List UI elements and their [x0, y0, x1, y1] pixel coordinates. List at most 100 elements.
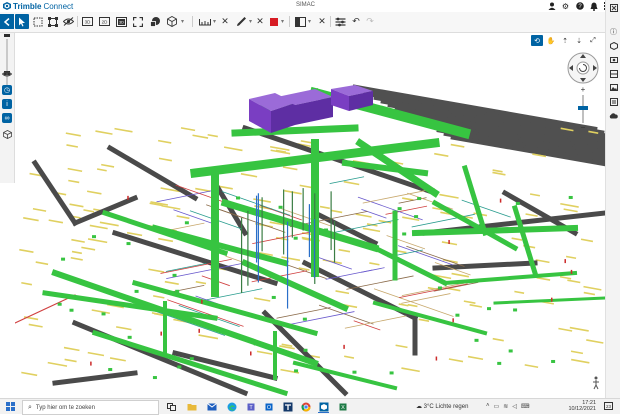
tekla-icon[interactable]: [282, 401, 293, 412]
close-panel-icon[interactable]: [608, 2, 619, 13]
user-icon[interactable]: [547, 1, 556, 11]
box-select-icon[interactable]: [31, 14, 45, 29]
cube-dropdown-caret[interactable]: ▾: [180, 14, 185, 29]
measure-dropdown-caret[interactable]: ▾: [212, 14, 217, 29]
fit-icon[interactable]: [131, 14, 145, 29]
settings-icon[interactable]: [333, 14, 347, 29]
thin-pipe: [461, 199, 511, 218]
valve-marker: [564, 259, 566, 264]
duct-fitting: [513, 308, 518, 312]
images-icon[interactable]: [608, 82, 619, 93]
models-icon[interactable]: [608, 40, 619, 51]
duct-fitting: [278, 205, 283, 209]
taskbar-clock[interactable]: 17:21 10/12/2021: [568, 400, 596, 412]
views-icon[interactable]: [608, 54, 619, 65]
view-3d-icon[interactable]: 3D: [80, 14, 94, 29]
pipe-segment: [223, 146, 243, 152]
duct-fitting: [487, 307, 492, 311]
clear-measure-icon[interactable]: ✕: [218, 14, 232, 29]
wifi-icon[interactable]: ≋: [503, 403, 508, 410]
cube-icon[interactable]: [165, 14, 179, 29]
clear-section-icon[interactable]: ✕: [315, 14, 329, 29]
view-2d-icon[interactable]: 2D: [97, 14, 111, 29]
walk-icon[interactable]: ⇡: [559, 35, 571, 46]
duct-fitting: [397, 207, 402, 211]
duct-fitting: [108, 368, 113, 372]
fullscreen-icon[interactable]: ⤢: [587, 35, 599, 46]
language-icon[interactable]: ⌨: [521, 403, 530, 410]
pipe-segment: [19, 248, 34, 253]
pipe-segment: [270, 145, 290, 151]
trimble-logo-icon: [3, 2, 11, 10]
pipe-segment: [451, 272, 470, 278]
file-explorer-icon[interactable]: [186, 401, 197, 412]
properties-icon[interactable]: ⓘ: [608, 26, 619, 37]
trimble-connect-taskbar-icon[interactable]: [318, 401, 329, 413]
duct-fitting: [57, 302, 62, 306]
bim-model-render[interactable]: [15, 33, 605, 398]
clear-markup-icon[interactable]: ✕: [253, 14, 267, 29]
zoom-control[interactable]: + −: [577, 85, 589, 131]
bell-icon[interactable]: [589, 1, 598, 11]
navigation-cube[interactable]: [567, 52, 599, 84]
measure-icon[interactable]: [198, 14, 212, 29]
teams-icon[interactable]: T: [246, 401, 257, 412]
navigation-toolbar: ⟲ ✋ ⇡ ⇣ ⤢: [531, 35, 599, 46]
duct-fitting: [508, 349, 513, 353]
objects-icon[interactable]: [148, 14, 162, 29]
clash-icon[interactable]: [608, 68, 619, 79]
task-view-icon[interactable]: [166, 401, 177, 412]
pipe-segment: [161, 204, 181, 210]
network-icon[interactable]: ▭: [494, 403, 500, 410]
pen-icon[interactable]: [234, 14, 248, 29]
hide-icon[interactable]: [61, 14, 75, 29]
notification-icon[interactable]: 23: [603, 401, 613, 411]
pipe-segment: [467, 355, 484, 361]
color-swatch[interactable]: [267, 14, 281, 29]
select-icon[interactable]: [15, 14, 29, 29]
pipe-segment: [450, 143, 465, 148]
redo-icon[interactable]: ↷: [363, 14, 377, 29]
pipe-segment: [69, 203, 84, 208]
chrome-icon[interactable]: [300, 401, 311, 412]
gear-icon[interactable]: ⚙: [561, 1, 570, 11]
view-top-icon[interactable]: 3D: [114, 14, 128, 29]
valve-marker: [452, 318, 454, 323]
volume-icon[interactable]: ◁: [512, 403, 517, 410]
link-icon[interactable]: ∞: [2, 113, 12, 123]
windows-start-icon[interactable]: [6, 402, 15, 411]
search-icon: ⌕: [28, 403, 32, 411]
pipe-segment: [32, 207, 47, 212]
pipe-segment: [330, 209, 343, 214]
timeline-icon[interactable]: ◷: [2, 85, 12, 95]
pipe-segment: [463, 300, 476, 304]
pipe-segment: [434, 152, 449, 157]
info-icon[interactable]: i: [2, 99, 12, 109]
brand-logo[interactable]: Trimble Connect: [3, 1, 73, 11]
pipe-segment: [87, 238, 108, 244]
model-viewport[interactable]: ⟲ ✋ ⇡ ⇣ ⤢ + −: [15, 33, 605, 398]
cloud-icon[interactable]: [608, 110, 619, 121]
layers-icon[interactable]: [2, 129, 12, 139]
undo-icon[interactable]: ↶: [349, 14, 363, 29]
section-dropdown-caret[interactable]: ▾: [307, 14, 312, 29]
tray-chevron-icon[interactable]: ˄: [486, 403, 490, 410]
weather-widget[interactable]: ☁ 3°C Lichte regen: [416, 403, 468, 410]
polygon-select-icon[interactable]: [46, 14, 60, 29]
back-icon[interactable]: [0, 14, 14, 29]
help-icon[interactable]: ?: [575, 1, 584, 11]
color-dropdown-caret[interactable]: ▾: [280, 14, 285, 29]
pan-icon[interactable]: ✋: [545, 35, 557, 46]
mail-icon[interactable]: [206, 401, 217, 412]
orbit-icon[interactable]: ⟲: [531, 35, 543, 46]
attach-icon[interactable]: [608, 96, 619, 107]
edge-browser-icon[interactable]: [226, 401, 237, 412]
pipe-segment: [71, 238, 85, 243]
section-icon[interactable]: [293, 14, 307, 29]
pipe-segment: [101, 163, 115, 168]
pipe-segment: [254, 297, 271, 302]
excel-icon[interactable]: X: [338, 401, 349, 412]
eye-icon[interactable]: [2, 69, 12, 79]
walk-gravity-icon[interactable]: ⇣: [573, 35, 585, 46]
outlook-icon[interactable]: O: [264, 401, 275, 412]
